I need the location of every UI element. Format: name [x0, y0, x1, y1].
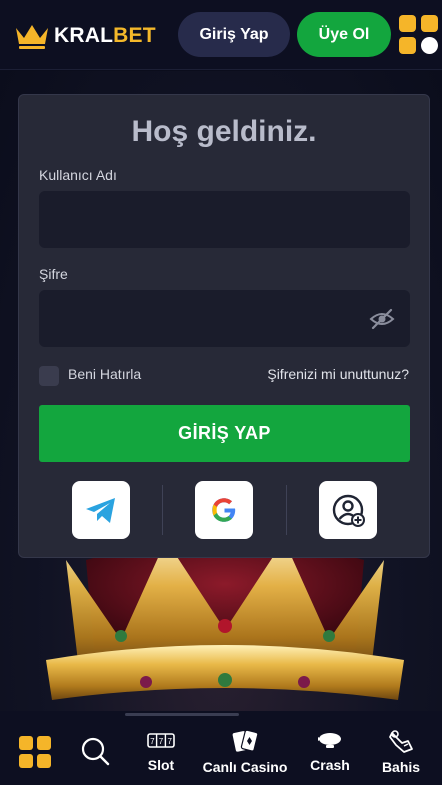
social-divider — [162, 485, 163, 535]
password-label: Şifre — [39, 266, 68, 282]
search-icon[interactable] — [80, 736, 110, 766]
forgot-password-link[interactable]: Şifrenizi mi unuttunuz? — [267, 366, 409, 382]
nav-handle — [125, 713, 239, 716]
logo-text: KRALBET — [54, 24, 156, 47]
nav-sports-label: Bahis — [381, 759, 421, 775]
telegram-icon — [86, 498, 115, 523]
login-button[interactable]: Giriş Yap — [178, 12, 290, 57]
nav-slot[interactable]: 7 7 7 Slot — [140, 729, 182, 783]
bottom-navigation: 7 7 7 Slot Canlı Casino Crash Bahis — [0, 711, 442, 785]
playing-cards-icon — [232, 729, 259, 752]
username-input[interactable] — [39, 191, 410, 248]
nav-sports[interactable]: Bahis — [377, 729, 425, 783]
remember-me-checkbox[interactable] — [39, 366, 59, 386]
social-divider — [286, 485, 287, 535]
nav-crash-label: Crash — [310, 757, 350, 773]
zeppelin-icon — [318, 733, 341, 748]
remember-me-label[interactable]: Beni Hatırla — [68, 366, 141, 382]
crown-logo-icon — [16, 25, 48, 49]
google-login-button[interactable] — [195, 481, 253, 539]
apps-menu-icon[interactable] — [399, 15, 439, 55]
register-button[interactable]: Üye Ol — [297, 12, 391, 57]
svg-text:7: 7 — [159, 737, 164, 746]
nav-live-casino[interactable]: Canlı Casino — [197, 729, 293, 783]
top-header: KRALBET Giriş Yap Üye Ol — [0, 0, 442, 70]
nav-slot-label: Slot — [147, 757, 175, 773]
kralbet-logo[interactable]: KRALBET — [14, 22, 156, 50]
username-label: Kullanıcı Adı — [39, 167, 117, 183]
svg-text:7: 7 — [150, 737, 155, 746]
add-account-icon — [332, 494, 365, 527]
google-icon — [212, 498, 236, 522]
slot-machine-icon: 7 7 7 — [147, 733, 175, 748]
nav-crash[interactable]: Crash — [305, 729, 355, 783]
nav-live-casino-label: Canlı Casino — [202, 759, 288, 775]
sports-icon — [389, 730, 413, 753]
eye-off-icon[interactable] — [369, 308, 395, 330]
login-card: Hoş geldiniz. Kullanıcı Adı Şifre Beni H… — [18, 94, 430, 558]
add-account-button[interactable] — [319, 481, 377, 539]
page: KRALBET Giriş Yap Üye Ol Hoş geldiniz. K… — [0, 0, 442, 785]
password-input[interactable] — [39, 290, 410, 347]
grid-menu-icon[interactable] — [19, 736, 51, 768]
submit-login-button[interactable]: GİRİŞ YAP — [39, 405, 410, 462]
welcome-title: Hoş geldiniz. — [131, 115, 317, 148]
svg-text:7: 7 — [167, 737, 172, 746]
telegram-login-button[interactable] — [72, 481, 130, 539]
